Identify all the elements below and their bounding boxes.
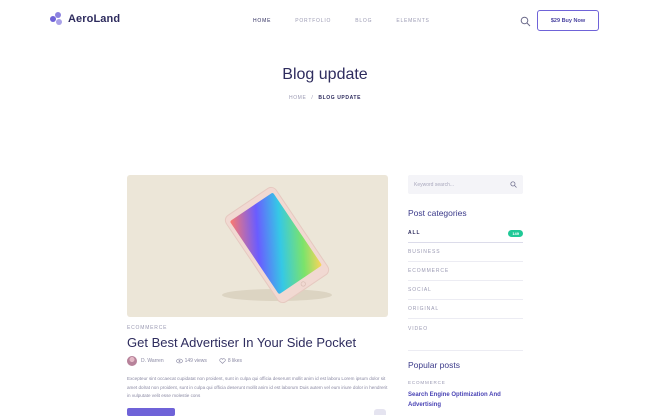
category-label: ECOMMERCE — [408, 268, 450, 274]
category-label: ORIGINAL — [408, 306, 440, 312]
post-category[interactable]: ECOMMERCE — [127, 325, 167, 331]
views-count: 149 views — [184, 358, 207, 364]
page-title: Blog update — [282, 66, 368, 83]
categories-heading: Post categories — [408, 208, 467, 218]
logo-icon — [50, 12, 64, 26]
sidebar-search — [408, 175, 523, 194]
likes-count: 8 likes — [227, 358, 243, 364]
category-label: SOCIAL — [408, 287, 432, 293]
author-name: D. Warren — [141, 358, 164, 364]
post-featured-image[interactable] — [127, 175, 388, 317]
post-title[interactable]: Get Best Advertiser In Your Side Pocket — [127, 335, 356, 350]
heart-icon — [219, 358, 226, 364]
category-count-badge: 149 — [508, 229, 523, 237]
breadcrumb: HOME / BLOG UPDATE — [0, 95, 650, 101]
brand-name: AeroLand — [68, 13, 121, 25]
category-label: VIDEO — [408, 325, 429, 332]
nav-item-blog[interactable]: BLOG — [355, 18, 372, 24]
category-item-business[interactable]: BUSINESS — [408, 243, 523, 262]
popular-posts-heading: Popular posts — [408, 360, 460, 370]
category-item-video[interactable]: VIDEO — [408, 319, 523, 338]
post-author[interactable]: D. Warren — [141, 358, 164, 364]
post-excerpt: Excepteur sint occaecat cupidatat non pr… — [127, 376, 388, 398]
breadcrumb-home[interactable]: HOME — [289, 95, 306, 101]
nav-item-portfolio[interactable]: PORTFOLIO — [295, 18, 331, 24]
popular-post-title[interactable]: Search Engine Optimization And Advertisi… — [408, 390, 523, 410]
sidebar-divider — [408, 350, 523, 351]
main-nav: HOME PORTFOLIO BLOG ELEMENTS — [253, 18, 454, 24]
category-list: ALL 149 BUSINESS ECOMMERCE SOCIAL ORIGIN… — [408, 224, 523, 338]
search-input[interactable] — [414, 180, 504, 189]
breadcrumb-current: BLOG UPDATE — [318, 95, 362, 101]
breadcrumb-separator: / — [311, 95, 314, 101]
search-icon[interactable] — [520, 14, 531, 27]
category-item-original[interactable]: ORIGINAL — [408, 300, 523, 319]
category-item-social[interactable]: SOCIAL — [408, 281, 523, 300]
share-button[interactable] — [374, 409, 386, 415]
buy-now-button[interactable]: $29 Buy Now — [537, 10, 599, 31]
category-item-all[interactable]: ALL 149 — [408, 224, 523, 243]
nav-item-elements[interactable]: ELEMENTS — [396, 18, 429, 24]
author-avatar[interactable] — [127, 356, 137, 366]
search-icon[interactable] — [510, 181, 517, 188]
category-item-ecommerce[interactable]: ECOMMERCE — [408, 262, 523, 281]
post-views: 149 views — [175, 358, 207, 364]
category-label: ALL — [408, 230, 421, 236]
site-header: AeroLand HOME PORTFOLIO BLOG ELEMENTS $2… — [0, 0, 650, 42]
logo[interactable]: AeroLand — [50, 12, 120, 26]
tablet-image — [222, 186, 332, 304]
category-label: BUSINESS — [408, 249, 441, 255]
post-likes[interactable]: 8 likes — [219, 358, 242, 364]
eye-icon — [175, 358, 183, 364]
post-meta: D. Warren 149 views 8 likes — [127, 356, 254, 366]
nav-item-home[interactable]: HOME — [253, 18, 271, 24]
read-more-button[interactable] — [127, 408, 175, 416]
popular-post-category[interactable]: ECOMMERCE — [408, 380, 446, 385]
